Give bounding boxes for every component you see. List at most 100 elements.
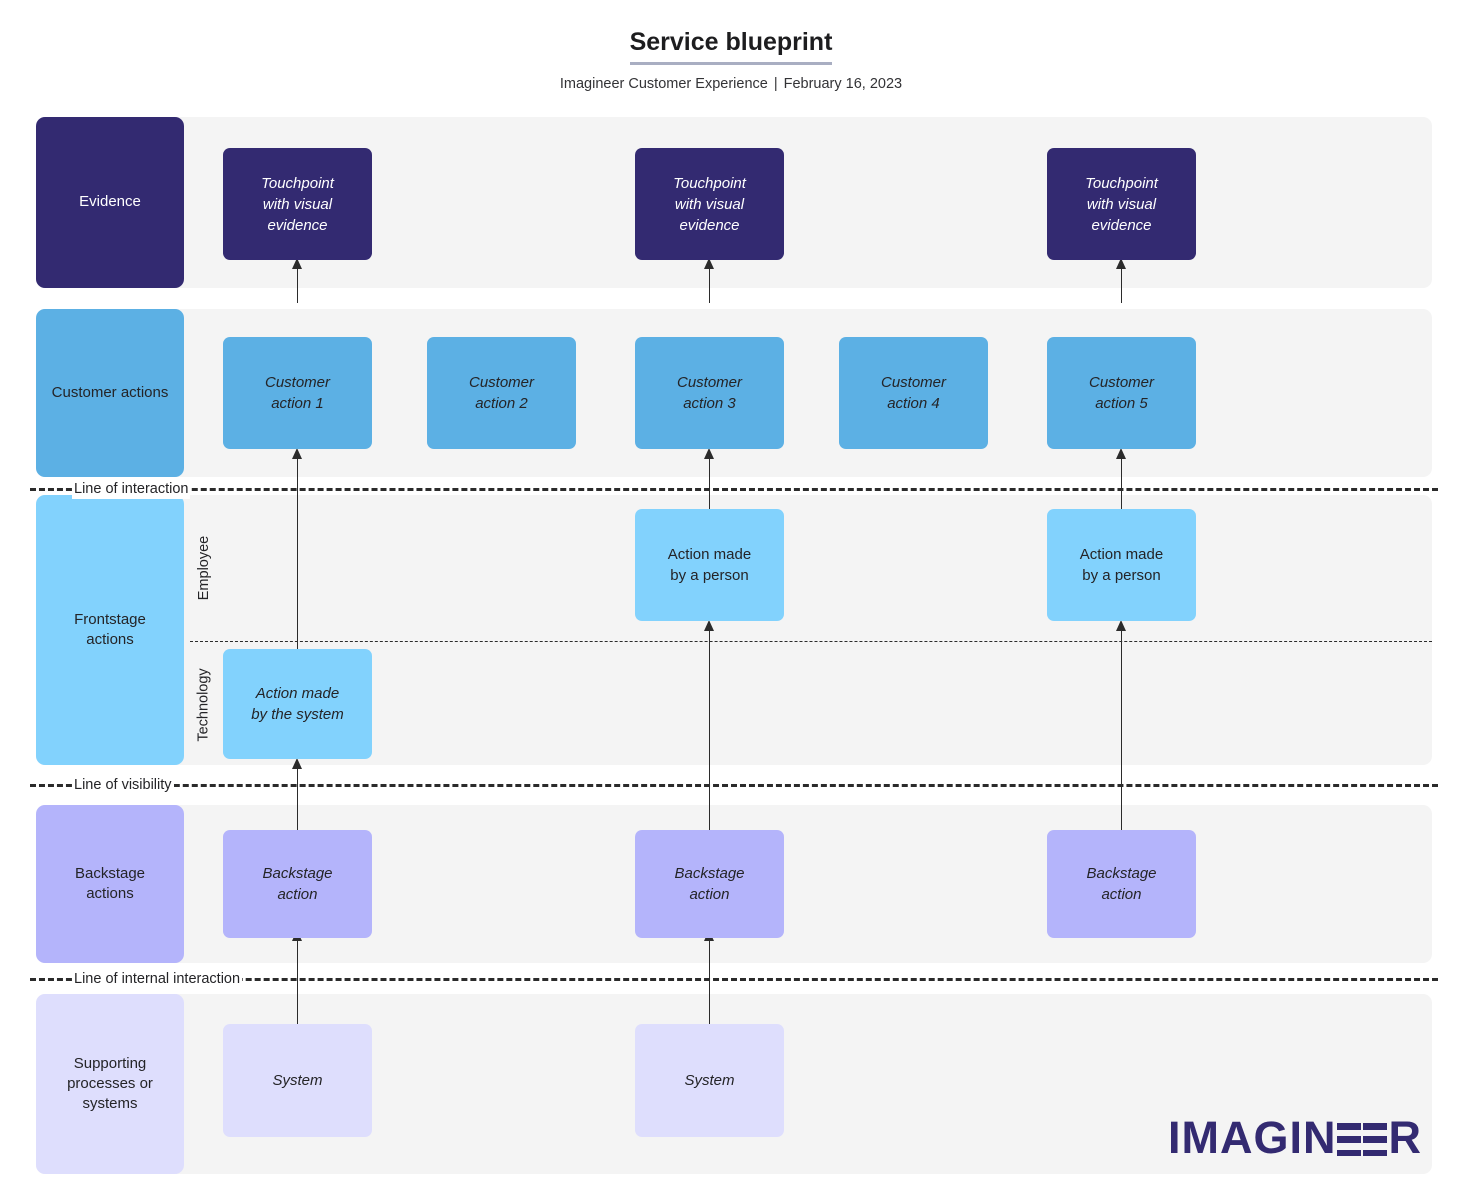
sublane-label-employee-text: Employee [196,535,213,600]
line-of-internal-interaction-label: Line of internal interaction [72,970,243,989]
card-line2: action 5 [1095,395,1148,412]
card-text: Action made by a person [1080,544,1163,586]
card-text: Touchpoint with visual evidence [261,173,334,236]
card-line1: Backstage [674,865,745,882]
card-text: Backstage action [674,863,744,905]
card-line1: Backstage [262,865,333,882]
line-of-visibility-label: Line of visibility [72,776,174,795]
card-customer-action[interactable]: Customer action 5 [1047,337,1196,449]
subtitle-date: February 16, 2023 [783,75,903,92]
row-label-support-line1: Supporting [73,1054,147,1072]
card-line2: with visual [674,195,745,213]
card-line1: Action made [1079,546,1164,563]
subtitle-separator: | [773,75,778,92]
logo-part-1: IMAGIN [1168,1112,1337,1163]
card-line1: Customer [676,374,743,391]
line-of-interaction: Line of interaction [30,480,1438,499]
card-line2: action [1101,886,1142,903]
card-backstage-action[interactable]: Backstage action [635,830,784,938]
card-line2: action 4 [887,395,940,412]
sublane-label-technology: Technology [186,645,222,765]
row-label-supporting-processes: Supporting processes or systems [36,994,184,1174]
card-line2: by a person [1082,567,1161,584]
row-label-evidence: Evidence [36,117,184,288]
card-action-by-person[interactable]: Action made by a person [635,509,784,621]
card-line2: by a person [670,567,749,584]
card-line1: Customer [1088,374,1155,391]
card-text: Touchpoint with visual evidence [1085,173,1158,236]
card-line1: Action made [255,685,340,702]
row-label-frontstage-line1: Frontstage [74,610,146,628]
card-line2: action [689,886,730,903]
card-backstage-action[interactable]: Backstage action [223,830,372,938]
subtitle-org: Imagineer Customer Experience [559,75,768,92]
line-of-interaction-label: Line of interaction [72,480,191,499]
card-text: Action made by a person [668,544,751,586]
imagineer-logo-text: IMAGIN R [1168,1115,1422,1160]
card-text: Customer action 5 [1089,372,1154,414]
row-label-backstage-actions: Backstage actions [36,805,184,963]
line-of-visibility: Line of visibility [30,776,1438,795]
card-line1: Action made [667,546,752,563]
row-label-support-line3: systems [82,1095,138,1113]
row-label-frontstage-actions: Frontstage actions [36,495,184,765]
row-label-frontstage-line2: actions [86,631,134,648]
card-text: Action made by the system [251,683,344,725]
card-system[interactable]: System [635,1024,784,1137]
row-label-backstage-line2: actions [86,885,134,902]
row-label-supporting-processes-text: Supporting processes or systems [67,1054,153,1115]
logo-e-glyph-icon [1362,1123,1387,1156]
card-line1: Customer [264,374,331,391]
card-backstage-action[interactable]: Backstage action [1047,830,1196,938]
card-touchpoint-evidence[interactable]: Touchpoint with visual evidence [223,148,372,260]
document-subtitle: Imagineer Customer Experience | February 1… [0,76,1462,93]
logo-e-glyph-icon [1336,1123,1361,1156]
sublane-label-technology-text: Technology [196,668,213,742]
card-text: System [272,1072,323,1089]
imagineer-logo: IMAGIN R [1168,1115,1422,1160]
service-blueprint-canvas: Service blueprint Imagineer Customer Exp… [0,0,1462,1202]
card-text: Customer action 4 [881,372,946,414]
row-label-backstage-actions-text: Backstage actions [75,864,145,905]
employee-technology-divider [190,641,1432,642]
card-line1: Backstage [1086,865,1157,882]
card-customer-action[interactable]: Customer action 4 [839,337,988,449]
card-line1: Touchpoint [673,174,746,192]
card-line1: Touchpoint [1085,174,1158,192]
card-line2: with visual [1086,195,1157,213]
card-line3: evidence [1091,216,1152,234]
document-header: Service blueprint Imagineer Customer Exp… [0,0,1462,93]
card-line1: Customer [468,374,535,391]
page-title: Service blueprint [629,28,833,65]
card-line2: action 2 [475,395,528,412]
row-label-support-line2: processes or [67,1074,153,1092]
logo-part-2: R [1388,1112,1422,1163]
card-text: Customer action 2 [469,372,534,414]
card-text: Backstage action [262,863,332,905]
card-line3: evidence [679,216,740,234]
row-label-evidence-text: Evidence [79,193,141,211]
card-touchpoint-evidence[interactable]: Touchpoint with visual evidence [635,148,784,260]
sublane-label-employee: Employee [186,495,222,640]
row-label-customer-actions-text: Customer actions [51,383,169,401]
row-label-backstage-line1: Backstage [74,864,146,882]
card-action-by-person[interactable]: Action made by a person [1047,509,1196,621]
line-of-internal-interaction: Line of internal interaction [30,970,1438,989]
card-customer-action[interactable]: Customer action 1 [223,337,372,449]
card-touchpoint-evidence[interactable]: Touchpoint with visual evidence [1047,148,1196,260]
card-line1: Touchpoint [261,174,334,192]
card-customer-action[interactable]: Customer action 3 [635,337,784,449]
card-text: Backstage action [1086,863,1156,905]
card-text: System [684,1072,735,1089]
card-text: Customer action 1 [265,372,330,414]
card-customer-action[interactable]: Customer action 2 [427,337,576,449]
card-line2: action 1 [271,395,324,412]
row-label-customer-actions: Customer actions [36,309,184,477]
card-action-by-system[interactable]: Action made by the system [223,649,372,759]
card-text: Touchpoint with visual evidence [673,173,746,236]
row-label-frontstage-actions-text: Frontstage actions [74,610,146,651]
card-line3: evidence [267,216,328,234]
card-line2: action [277,886,318,903]
card-system[interactable]: System [223,1024,372,1137]
card-text: Customer action 3 [677,372,742,414]
